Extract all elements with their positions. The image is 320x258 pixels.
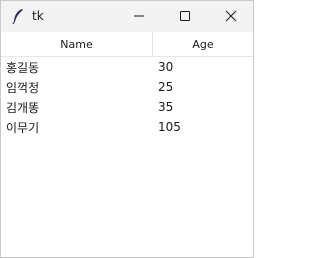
cell-age: 25 <box>158 80 174 94</box>
app-window: tk Name Age 홍길동 30 임꺽정 25 김개똥 35 이무기 105 <box>0 0 254 258</box>
maximize-button[interactable] <box>162 1 208 32</box>
table-row[interactable]: 이무기 105 <box>1 117 253 137</box>
minimize-icon <box>133 7 145 26</box>
close-icon <box>225 7 237 26</box>
treeview-body: 홍길동 30 임꺽정 25 김개똥 35 이무기 105 <box>1 57 253 137</box>
minimize-button[interactable] <box>116 1 162 32</box>
cell-name: 이무기 <box>6 120 40 135</box>
table-row[interactable]: 김개똥 35 <box>1 97 253 117</box>
title-bar[interactable]: tk <box>1 1 253 32</box>
table-row[interactable]: 임꺽정 25 <box>1 77 253 97</box>
close-button[interactable] <box>208 1 254 32</box>
cell-name: 김개똥 <box>6 100 40 115</box>
cell-age: 35 <box>158 100 174 114</box>
cell-name: 홍길동 <box>6 60 40 75</box>
cell-age: 30 <box>158 60 174 74</box>
maximize-icon <box>179 7 191 26</box>
table-row[interactable]: 홍길동 30 <box>1 57 253 77</box>
cell-age: 105 <box>158 120 181 134</box>
column-header-name[interactable]: Name <box>1 32 153 56</box>
treeview[interactable]: Name Age 홍길동 30 임꺽정 25 김개똥 35 이무기 105 <box>1 32 253 257</box>
cell-name: 임꺽정 <box>6 80 40 95</box>
feather-icon <box>11 8 25 25</box>
column-header-age[interactable]: Age <box>153 32 253 56</box>
treeview-header: Name Age <box>1 32 253 57</box>
window-title: tk <box>32 9 44 23</box>
